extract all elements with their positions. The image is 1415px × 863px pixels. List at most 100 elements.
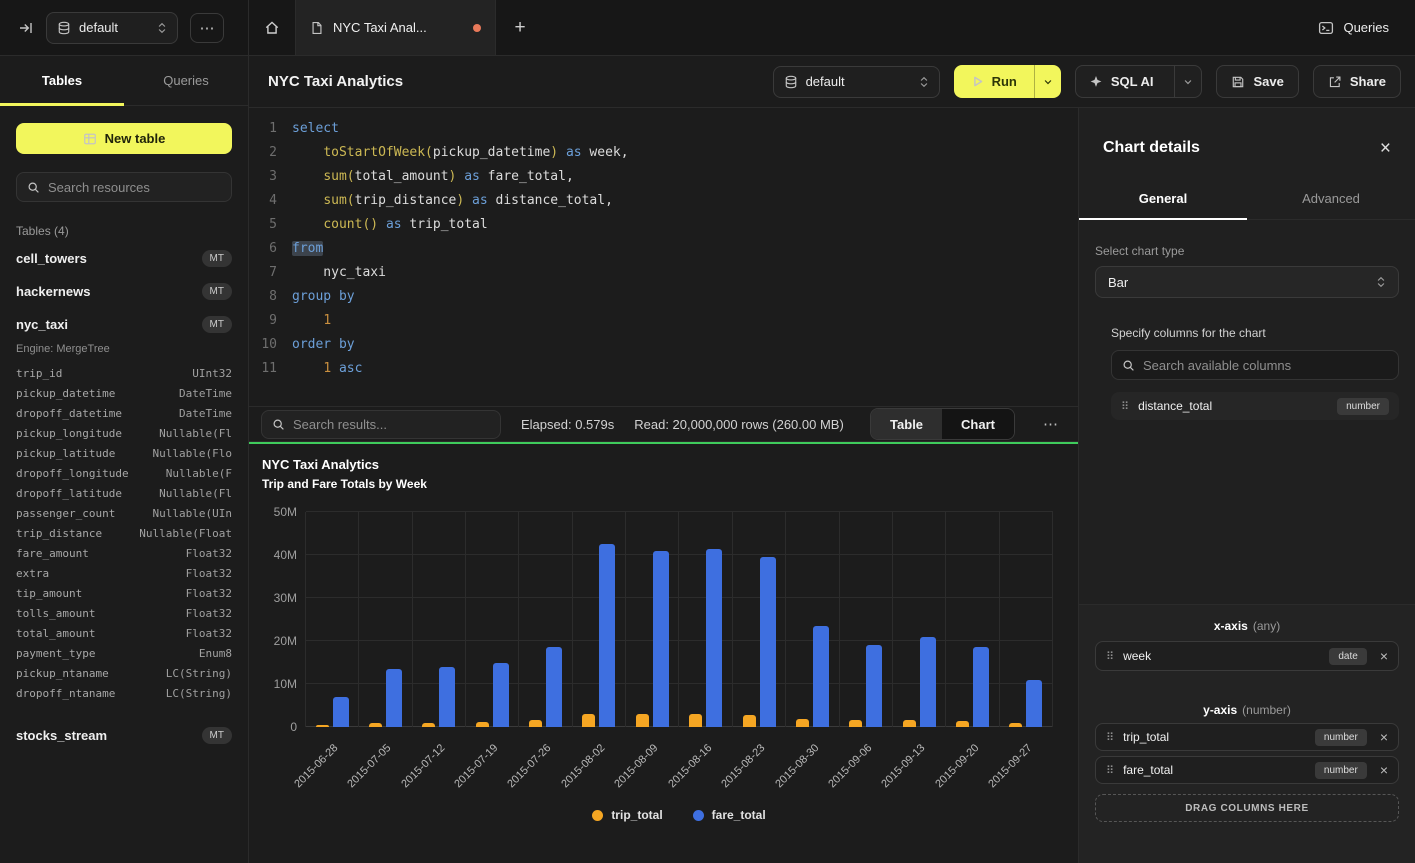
editor-line[interactable]: 4 sum(trip_distance) as distance_total, (249, 189, 1078, 213)
new-table-button[interactable]: New table (16, 123, 232, 154)
column-name: dropoff_longitude (16, 467, 129, 480)
chevron-updown-icon (1376, 275, 1386, 289)
sidebar-table-nyc-taxi[interactable]: nyc_taxi MT (0, 308, 248, 341)
queries-button[interactable]: Queries (1318, 0, 1415, 55)
column-row[interactable]: pickup_latitudeNullable(Flo (16, 443, 232, 463)
column-row[interactable]: payment_typeEnum8 (16, 643, 232, 663)
table-view-button[interactable]: Table (871, 409, 942, 439)
sidebar-tab-queries[interactable]: Queries (124, 56, 248, 105)
chart-view-button[interactable]: Chart (942, 409, 1014, 439)
editor-line[interactable]: 11 1 asc (249, 357, 1078, 381)
remove-icon[interactable]: × (1376, 729, 1388, 745)
database-selector[interactable]: default (46, 12, 178, 44)
tab-general[interactable]: General (1079, 178, 1247, 219)
column-row[interactable]: fare_amountFloat32 (16, 543, 232, 563)
editor-line[interactable]: 8group by (249, 285, 1078, 309)
sidebar-tab-tables[interactable]: Tables (0, 56, 124, 105)
save-button[interactable]: Save (1216, 65, 1298, 98)
sql-ai-caret[interactable] (1174, 66, 1201, 97)
code-line: count() as trip_total (277, 213, 488, 237)
type-badge: number (1315, 762, 1367, 779)
home-button[interactable] (249, 0, 295, 55)
panel-tabs: General Advanced (1079, 178, 1415, 220)
legend-item-trip_total[interactable]: trip_total (592, 808, 662, 822)
column-type: UInt32 (192, 367, 232, 380)
results-search[interactable] (261, 410, 501, 439)
column-row[interactable]: pickup_longitudeNullable(Fl (16, 423, 232, 443)
drag-handle-icon[interactable]: ⠿ (1106, 731, 1114, 744)
sql-token: order by (292, 337, 355, 352)
share-button[interactable]: Share (1313, 65, 1401, 98)
more-options-button[interactable]: ⋯ (190, 13, 224, 43)
tab-nyc-taxi-analytics[interactable]: NYC Taxi Anal... (295, 0, 496, 55)
drop-zone[interactable]: DRAG COLUMNS HERE (1095, 794, 1399, 822)
column-row[interactable]: dropoff_latitudeNullable(Fl (16, 483, 232, 503)
editor-line[interactable]: 2 toStartOfWeek(pickup_datetime) as week… (249, 141, 1078, 165)
share-label: Share (1350, 74, 1386, 89)
drag-handle-icon[interactable]: ⠿ (1106, 764, 1114, 777)
legend-item-fare_total[interactable]: fare_total (693, 808, 766, 822)
column-row[interactable]: tolls_amountFloat32 (16, 603, 232, 623)
editor-line[interactable]: 10order by (249, 333, 1078, 357)
run-database-selector[interactable]: default (773, 66, 940, 98)
column-name: extra (16, 567, 49, 580)
sidebar-table-cell-towers[interactable]: cell_towers MT (0, 242, 248, 275)
resource-search-input[interactable] (48, 180, 221, 195)
code-line: group by (277, 285, 355, 309)
column-row[interactable]: dropoff_ntanameLC(String) (16, 683, 232, 703)
editor-line[interactable]: 3 sum(total_amount) as fare_total, (249, 165, 1078, 189)
column-row[interactable]: extraFloat32 (16, 563, 232, 583)
column-search[interactable] (1111, 350, 1399, 380)
editor-line[interactable]: 5 count() as trip_total (249, 213, 1078, 237)
results-search-input[interactable] (293, 417, 490, 432)
sql-token: as (386, 217, 402, 232)
fare_total-bar (439, 667, 455, 727)
run-options-caret[interactable] (1034, 65, 1061, 98)
collapse-sidebar-icon[interactable] (18, 20, 34, 36)
column-row[interactable]: trip_distanceNullable(Float (16, 523, 232, 543)
search-icon (272, 418, 285, 431)
column-name: trip_id (16, 367, 62, 380)
column-row[interactable]: total_amountFloat32 (16, 623, 232, 643)
results-more-button[interactable]: ⋯ (1035, 415, 1066, 433)
sql-editor-lines: 1select2 toStartOfWeek(pickup_datetime) … (249, 117, 1078, 381)
editor-line[interactable]: 7 nyc_taxi (249, 261, 1078, 285)
drag-handle-icon[interactable]: ⠿ (1121, 400, 1129, 413)
bar-group (359, 512, 412, 727)
remove-icon[interactable]: × (1376, 648, 1388, 664)
sql-token: distance_total, (488, 193, 613, 208)
editor-line[interactable]: 1select (249, 117, 1078, 141)
sql-token (331, 361, 339, 376)
run-button[interactable]: Run (954, 65, 1034, 98)
column-row[interactable]: dropoff_longitudeNullable(F (16, 463, 232, 483)
column-chip-fare_total[interactable]: ⠿fare_totalnumber× (1095, 756, 1399, 784)
column-chip-distance_total[interactable]: ⠿distance_totalnumber (1111, 392, 1399, 420)
resource-search[interactable] (16, 172, 232, 202)
column-row[interactable]: passenger_countNullable(UIn (16, 503, 232, 523)
new-tab-button[interactable]: + (496, 0, 544, 55)
sidebar-table-hackernews[interactable]: hackernews MT (0, 275, 248, 308)
column-row[interactable]: tip_amountFloat32 (16, 583, 232, 603)
column-name: total_amount (16, 627, 95, 640)
tab-advanced[interactable]: Advanced (1247, 178, 1415, 219)
column-chip-week[interactable]: ⠿weekdate× (1095, 641, 1399, 671)
sidebar-table-stocks-stream[interactable]: stocks_stream MT (0, 719, 248, 752)
drag-handle-icon[interactable]: ⠿ (1106, 650, 1114, 663)
sql-editor[interactable]: 1select2 toStartOfWeek(pickup_datetime) … (249, 108, 1078, 406)
trip_total-bar (1009, 723, 1022, 727)
fare_total-bar (973, 647, 989, 727)
sql-ai-button[interactable]: SQL AI (1076, 74, 1167, 89)
column-row[interactable]: pickup_datetimeDateTime (16, 383, 232, 403)
remove-icon[interactable]: × (1376, 762, 1388, 778)
close-icon[interactable]: × (1380, 139, 1391, 158)
column-search-input[interactable] (1143, 358, 1388, 373)
column-row[interactable]: pickup_ntanameLC(String) (16, 663, 232, 683)
column-row[interactable]: trip_id UInt32 (16, 363, 232, 383)
bar-group (306, 512, 359, 727)
column-row[interactable]: dropoff_datetimeDateTime (16, 403, 232, 423)
column-chip-trip_total[interactable]: ⠿trip_totalnumber× (1095, 723, 1399, 751)
editor-line[interactable]: 9 1 (249, 309, 1078, 333)
editor-line[interactable]: 6from (249, 237, 1078, 261)
chart-type-select[interactable]: Bar (1095, 266, 1399, 298)
column-name: fare_amount (16, 547, 89, 560)
